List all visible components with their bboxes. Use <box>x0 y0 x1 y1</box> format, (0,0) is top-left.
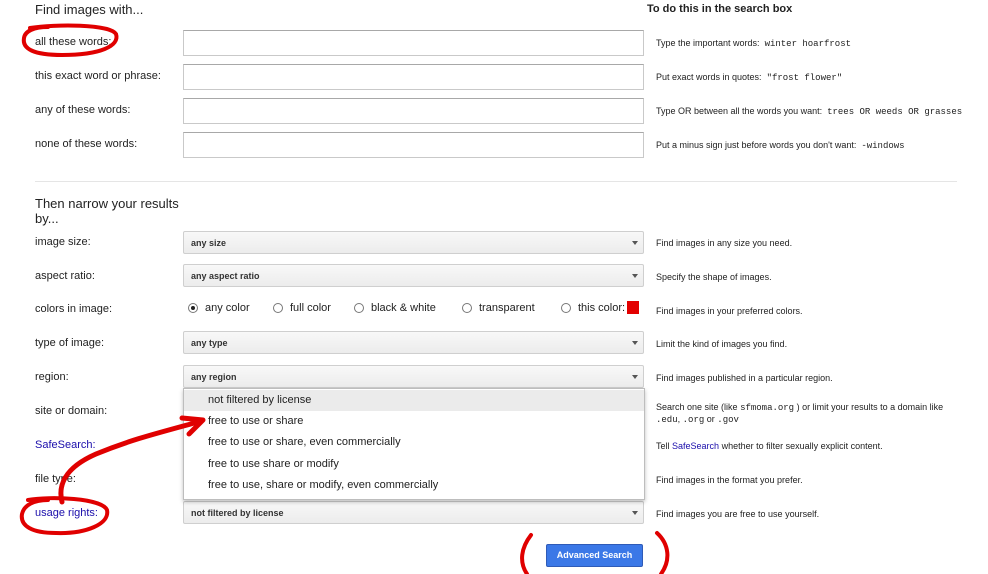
aspect-ratio-label: aspect ratio: <box>35 270 95 282</box>
all-these-words-input[interactable] <box>183 30 644 56</box>
any-of-these-words-label: any of these words: <box>35 104 131 116</box>
none-of-these-words-help-text: Put a minus sign just before words you d… <box>656 140 857 150</box>
radio-icon <box>273 303 283 313</box>
region-help: Find images published in a particular re… <box>656 373 833 383</box>
none-of-these-words-help: Put a minus sign just before words you d… <box>656 140 905 151</box>
domain-example-org: .org <box>682 415 705 425</box>
safesearch-link[interactable]: SafeSearch: <box>35 439 96 451</box>
exact-phrase-input[interactable] <box>183 64 644 90</box>
site-help-text: Search one site (like <box>656 402 738 412</box>
color-option-label: black & white <box>371 302 436 314</box>
usage-rights-dropdown: not filtered by license free to use or s… <box>183 388 645 500</box>
colors-help: Find images in your preferred colors. <box>656 306 803 316</box>
type-of-image-help: Limit the kind of images you find. <box>656 339 788 349</box>
radio-icon <box>462 303 472 313</box>
section-divider <box>35 181 957 182</box>
narrow-results-heading: Then narrow your results by... <box>35 196 179 226</box>
type-of-image-select[interactable]: any type <box>183 331 644 354</box>
safesearch-help-text: whether to filter sexually explicit cont… <box>721 441 883 451</box>
color-radio-transparent[interactable]: transparent <box>462 302 535 314</box>
exact-phrase-help: Put exact words in quotes: "frost flower… <box>656 72 842 83</box>
usage-rights-help: Find images you are free to use yourself… <box>656 509 820 519</box>
usage-option-free-use-share-commercial[interactable]: free to use or share, even commercially <box>184 432 644 453</box>
type-of-image-value: any type <box>191 338 228 348</box>
site-help-text: , <box>677 414 681 424</box>
exact-phrase-label: this exact word or phrase: <box>35 70 161 82</box>
narrow-results-heading-line1: Then narrow your results <box>35 196 179 211</box>
any-of-these-words-input[interactable] <box>183 98 644 124</box>
color-radio-this-color[interactable]: this color: <box>561 302 625 314</box>
all-these-words-label: all these words: <box>35 36 112 48</box>
narrow-results-heading-line2: by... <box>35 211 59 226</box>
none-of-these-words-label: none of these words: <box>35 138 138 150</box>
chevron-down-icon <box>632 375 638 379</box>
chevron-down-icon <box>632 341 638 345</box>
color-option-label: any color <box>205 302 250 314</box>
color-radio-black-white[interactable]: black & white <box>354 302 436 314</box>
image-size-help: Find images in any size you need. <box>656 238 793 248</box>
arrow-curve <box>58 419 201 505</box>
domain-example-gov: .gov <box>717 415 739 425</box>
region-select[interactable]: any region <box>183 365 644 388</box>
aspect-ratio-help: Specify the shape of images. <box>656 272 772 282</box>
color-swatch[interactable] <box>627 301 639 314</box>
usage-rights-value: not filtered by license <box>191 508 284 518</box>
color-option-label: transparent <box>479 302 535 314</box>
all-these-words-help: Type the important words: winter hoarfro… <box>656 38 851 49</box>
image-size-label: image size: <box>35 236 91 248</box>
site-domain-help: Search one site (like sfmoma.org ) or li… <box>656 402 943 426</box>
any-of-these-words-help: Type OR between all the words you want: … <box>656 106 962 117</box>
exact-phrase-help-example: "frost flower" <box>766 73 843 83</box>
none-of-these-words-help-example: -windows <box>861 141 905 151</box>
search-box-column-heading: To do this in the search box <box>647 3 793 15</box>
color-radio-full[interactable]: full color <box>273 302 331 314</box>
color-option-label: this color: <box>578 302 626 314</box>
chevron-down-icon <box>632 274 638 278</box>
site-domain-label: site or domain: <box>35 405 108 417</box>
find-images-heading: Find images with... <box>35 2 144 17</box>
safesearch-help: Tell SafeSearch whether to filter sexual… <box>656 441 883 451</box>
none-of-these-words-input[interactable] <box>183 132 644 158</box>
type-of-image-label: type of image: <box>35 337 105 349</box>
usage-option-free-use-share[interactable]: free to use or share <box>184 411 644 432</box>
any-of-these-words-help-text: Type OR between all the words you want: <box>656 106 823 116</box>
site-help-text: ) or limit your results to a domain like <box>796 402 944 412</box>
all-these-words-help-text: Type the important words: <box>656 38 760 48</box>
image-size-select[interactable]: any size <box>183 231 644 254</box>
radio-icon <box>561 303 571 313</box>
usage-rights-select[interactable]: not filtered by license <box>183 501 644 524</box>
image-size-value: any size <box>191 238 227 248</box>
file-type-help: Find images in the format you prefer. <box>656 475 803 485</box>
exact-phrase-help-text: Put exact words in quotes: <box>656 72 762 82</box>
radio-icon <box>354 303 364 313</box>
color-radio-any[interactable]: any color <box>188 302 250 314</box>
site-help-text: or <box>706 414 715 424</box>
aspect-ratio-value: any aspect ratio <box>191 271 260 281</box>
usage-option-not-filtered[interactable]: not filtered by license <box>184 390 644 411</box>
chevron-down-icon <box>632 511 638 515</box>
domain-example-edu: .edu <box>656 415 678 425</box>
any-of-these-words-help-example: trees OR weeds OR grasses <box>827 107 963 117</box>
colors-label: colors in image: <box>35 303 113 315</box>
advanced-search-button[interactable]: Advanced Search <box>546 544 643 567</box>
usage-option-free-use-share-modify-commercial[interactable]: free to use, share or modify, even comme… <box>184 475 644 496</box>
aspect-ratio-select[interactable]: any aspect ratio <box>183 264 644 287</box>
region-value: any region <box>191 372 237 382</box>
all-these-words-help-example: winter hoarfrost <box>764 39 851 49</box>
region-label: region: <box>35 371 69 383</box>
safesearch-help-text: Tell <box>656 441 670 451</box>
color-option-label: full color <box>290 302 331 314</box>
safesearch-help-link[interactable]: SafeSearch <box>672 441 719 451</box>
chevron-down-icon <box>632 241 638 245</box>
usage-rights-link[interactable]: usage rights: <box>35 507 98 519</box>
radio-selected-icon <box>188 303 198 313</box>
site-help-example: sfmoma.org <box>740 403 795 413</box>
file-type-label: file type: <box>35 473 76 485</box>
usage-option-free-use-share-modify[interactable]: free to use share or modify <box>184 454 644 475</box>
